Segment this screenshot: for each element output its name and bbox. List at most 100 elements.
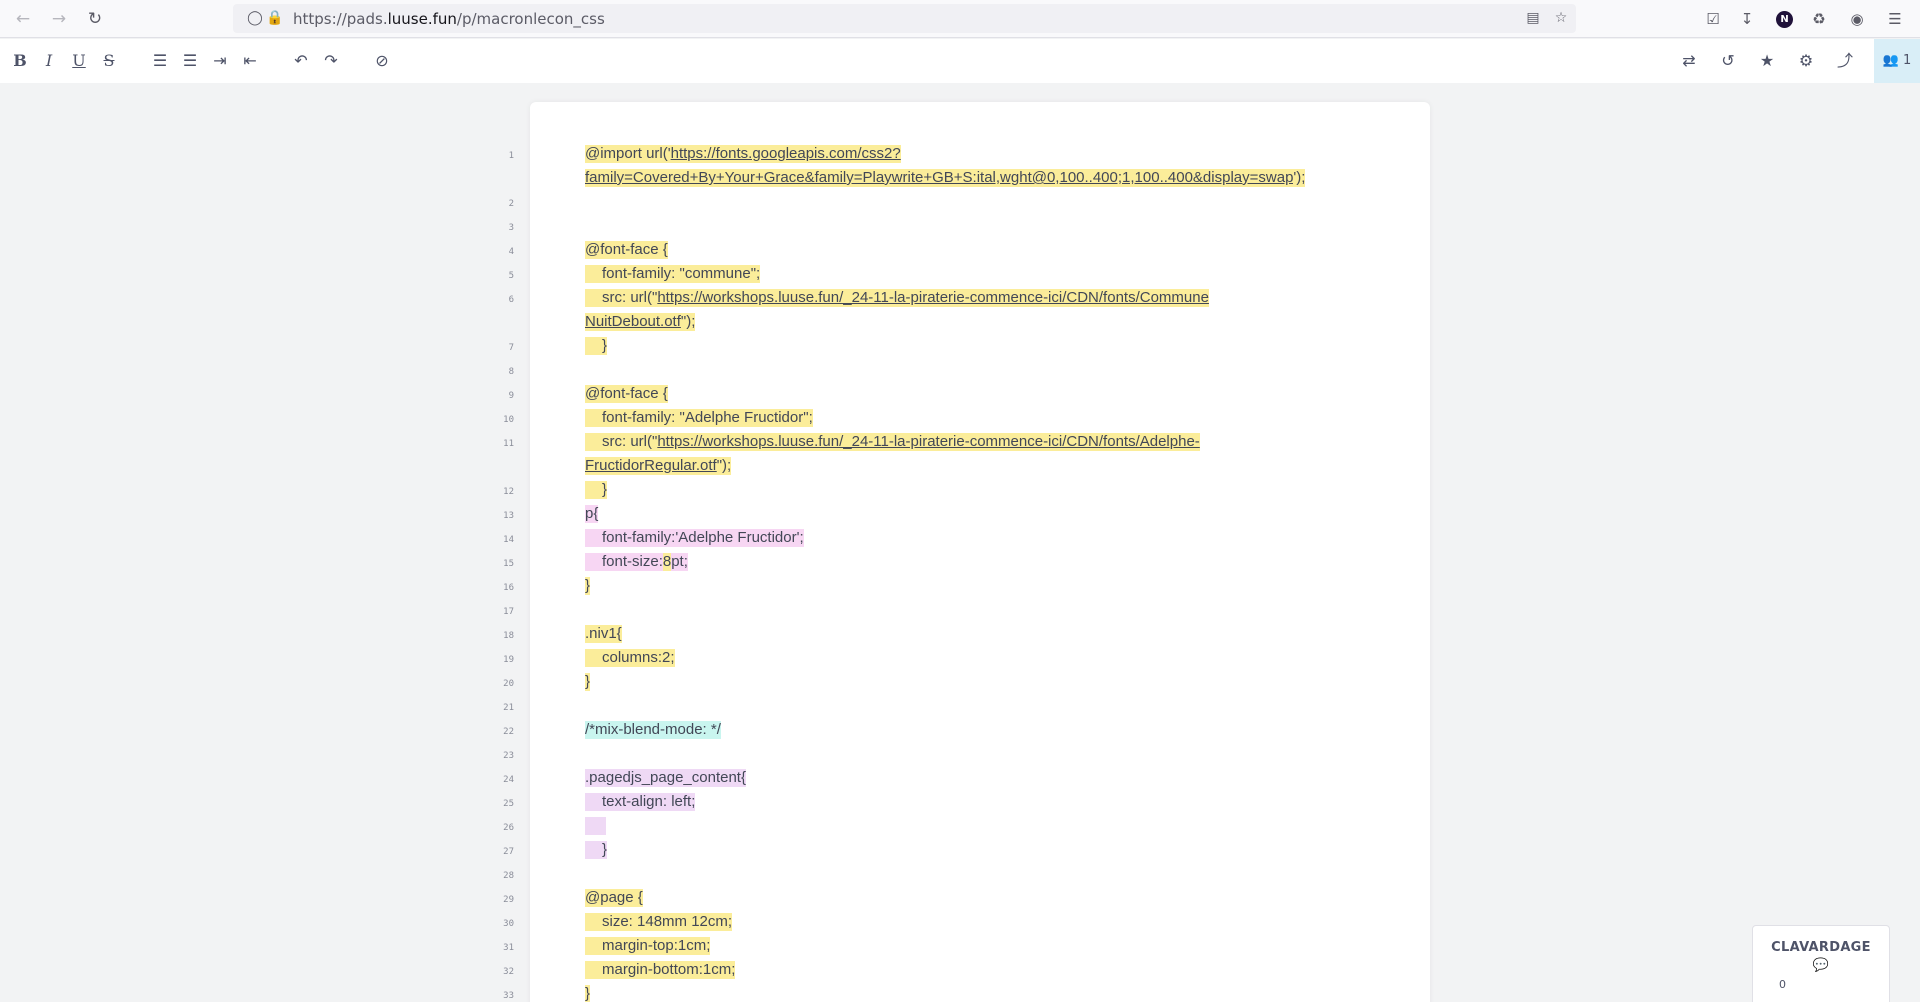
- underline-button[interactable]: U: [67, 49, 91, 73]
- code-line[interactable]: margin-top:1cm;: [585, 934, 711, 958]
- forward-arrow-icon[interactable]: →: [49, 9, 69, 29]
- code-line[interactable]: @page {: [585, 886, 643, 910]
- line-number: 33: [503, 991, 514, 1001]
- line-number: 13: [503, 511, 514, 521]
- code-line[interactable]: }: [585, 574, 591, 598]
- reader-view-icon[interactable]: ▤: [1524, 9, 1542, 27]
- code-line[interactable]: size: 148mm 12cm;: [585, 910, 733, 934]
- undo-icon[interactable]: ↶: [289, 49, 313, 73]
- address-bar[interactable]: ◯ 🔒 https://pads.luuse.fun/p/macronlecon…: [233, 4, 1576, 33]
- indent-icon[interactable]: ⇥: [208, 49, 232, 73]
- import-link[interactable]: family=Covered+By+Your+Grace&family=Play…: [585, 169, 1294, 187]
- line-number: 8: [508, 367, 514, 377]
- menu-icon[interactable]: ☰: [1884, 8, 1906, 30]
- code-line[interactable]: margin-bottom:1cm;: [585, 958, 736, 982]
- line-number: 31: [503, 943, 514, 953]
- line-number: 7: [508, 343, 514, 353]
- timeslider-history-icon[interactable]: ↺: [1716, 49, 1740, 73]
- font-link[interactable]: https://workshops.luuse.fun/_24-11-la-pi…: [657, 433, 1199, 451]
- hide-authorship-icon[interactable]: ⊘: [370, 49, 394, 73]
- line-number: 9: [508, 391, 514, 401]
- line-number: 28: [503, 871, 514, 881]
- share-icon[interactable]: ⤴: [1833, 49, 1857, 73]
- unordered-list-icon[interactable]: ☰: [178, 49, 202, 73]
- line-number: 27: [503, 847, 514, 857]
- code-line[interactable]: font-family:'Adelphe Fructidor';: [585, 526, 804, 550]
- line-number: 15: [503, 559, 514, 569]
- code-line[interactable]: .pagedjs_page_content{: [585, 766, 746, 790]
- line-number: 26: [503, 823, 514, 833]
- line-number: 23: [503, 751, 514, 761]
- code-line[interactable]: [585, 814, 607, 838]
- line-number: 6: [508, 295, 514, 305]
- shield-icon[interactable]: ◯: [246, 9, 264, 27]
- line-number: 16: [503, 583, 514, 593]
- line-number: 25: [503, 799, 514, 809]
- font-link[interactable]: FructidorRegular.otf: [585, 457, 717, 475]
- addon-icon[interactable]: ◉: [1846, 8, 1868, 30]
- code-line[interactable]: NuitDebout.otf");: [585, 310, 696, 334]
- code-line[interactable]: }: [585, 478, 608, 502]
- settings-gear-icon[interactable]: ⚙: [1794, 49, 1818, 73]
- chat-title: CLAVARDAGE: [1771, 940, 1871, 955]
- users-button[interactable]: 👥 1: [1874, 39, 1920, 83]
- line-number: 20: [503, 679, 514, 689]
- line-number: 12: [503, 487, 514, 497]
- bold-button[interactable]: B: [8, 49, 32, 73]
- chat-bubbles-icon: 💬: [1812, 958, 1830, 973]
- strikethrough-button[interactable]: S: [97, 49, 121, 73]
- code-line[interactable]: text-align: left;: [585, 790, 696, 814]
- line-number: 32: [503, 967, 514, 977]
- line-number: 24: [503, 775, 514, 785]
- chat-unread-count: 0: [1779, 978, 1786, 991]
- font-link[interactable]: https://workshops.luuse.fun/_24-11-la-pi…: [657, 289, 1209, 307]
- code-line[interactable]: FructidorRegular.otf");: [585, 454, 732, 478]
- font-link[interactable]: NuitDebout.otf: [585, 313, 681, 331]
- chat-box[interactable]: CLAVARDAGE 💬 0: [1752, 925, 1890, 1002]
- import-link[interactable]: https://fonts.googleapis.com/css2?: [670, 145, 901, 163]
- back-arrow-icon[interactable]: ←: [13, 9, 33, 29]
- code-line[interactable]: columns:2;: [585, 646, 675, 670]
- ordered-list-icon[interactable]: ☰: [148, 49, 172, 73]
- code-line[interactable]: }: [585, 838, 608, 862]
- code-line[interactable]: }: [585, 670, 591, 694]
- line-number: 17: [503, 607, 514, 617]
- bookmark-star-icon[interactable]: ☆: [1552, 9, 1570, 27]
- download-icon[interactable]: ↧: [1736, 8, 1758, 30]
- line-number: 10: [503, 415, 514, 425]
- line-number: 29: [503, 895, 514, 905]
- profile-avatar[interactable]: N: [1776, 11, 1793, 28]
- code-line[interactable]: font-family: "Adelphe Fructidor";: [585, 406, 813, 430]
- line-number: 19: [503, 655, 514, 665]
- line-number: 11: [503, 439, 514, 449]
- code-line[interactable]: src: url("https://workshops.luuse.fun/_2…: [585, 430, 1200, 454]
- url-text[interactable]: https://pads.luuse.fun/p/macronlecon_css: [293, 10, 605, 28]
- extensions-icon[interactable]: ♻: [1808, 8, 1830, 30]
- code-line[interactable]: font-size:8pt;: [585, 550, 688, 574]
- lock-icon[interactable]: 🔒: [266, 9, 284, 27]
- code-line[interactable]: @import url('https://fonts.googleapis.co…: [585, 142, 901, 166]
- reload-icon[interactable]: ↻: [85, 9, 105, 29]
- browser-toolbar: ← → ↻ ◯ 🔒 https://pads.luuse.fun/p/macro…: [0, 0, 1920, 38]
- code-line[interactable]: src: url("https://workshops.luuse.fun/_2…: [585, 286, 1209, 310]
- code-line[interactable]: @font-face {: [585, 238, 668, 262]
- code-line[interactable]: @font-face {: [585, 382, 668, 406]
- code-line[interactable]: }: [585, 982, 591, 1002]
- code-line[interactable]: font-family: "commune";: [585, 262, 761, 286]
- code-line[interactable]: /*mix-blend-mode: */: [585, 718, 721, 742]
- code-line[interactable]: }: [585, 334, 608, 358]
- line-number: 1: [508, 151, 514, 161]
- code-line[interactable]: .niv1{: [585, 622, 622, 646]
- import-export-icon[interactable]: ⇄: [1677, 49, 1701, 73]
- italic-button[interactable]: I: [37, 49, 61, 73]
- line-number: 4: [508, 247, 514, 257]
- code-line[interactable]: p{: [585, 502, 599, 526]
- redo-icon[interactable]: ↷: [319, 49, 343, 73]
- users-icon: 👥: [1882, 53, 1899, 68]
- pocket-icon[interactable]: ☑: [1702, 8, 1724, 30]
- line-number: 22: [503, 727, 514, 737]
- line-number: 2: [508, 199, 514, 209]
- code-line[interactable]: family=Covered+By+Your+Grace&family=Play…: [585, 166, 1306, 190]
- outdent-icon[interactable]: ⇤: [238, 49, 262, 73]
- saved-revision-star-icon[interactable]: ★: [1755, 49, 1779, 73]
